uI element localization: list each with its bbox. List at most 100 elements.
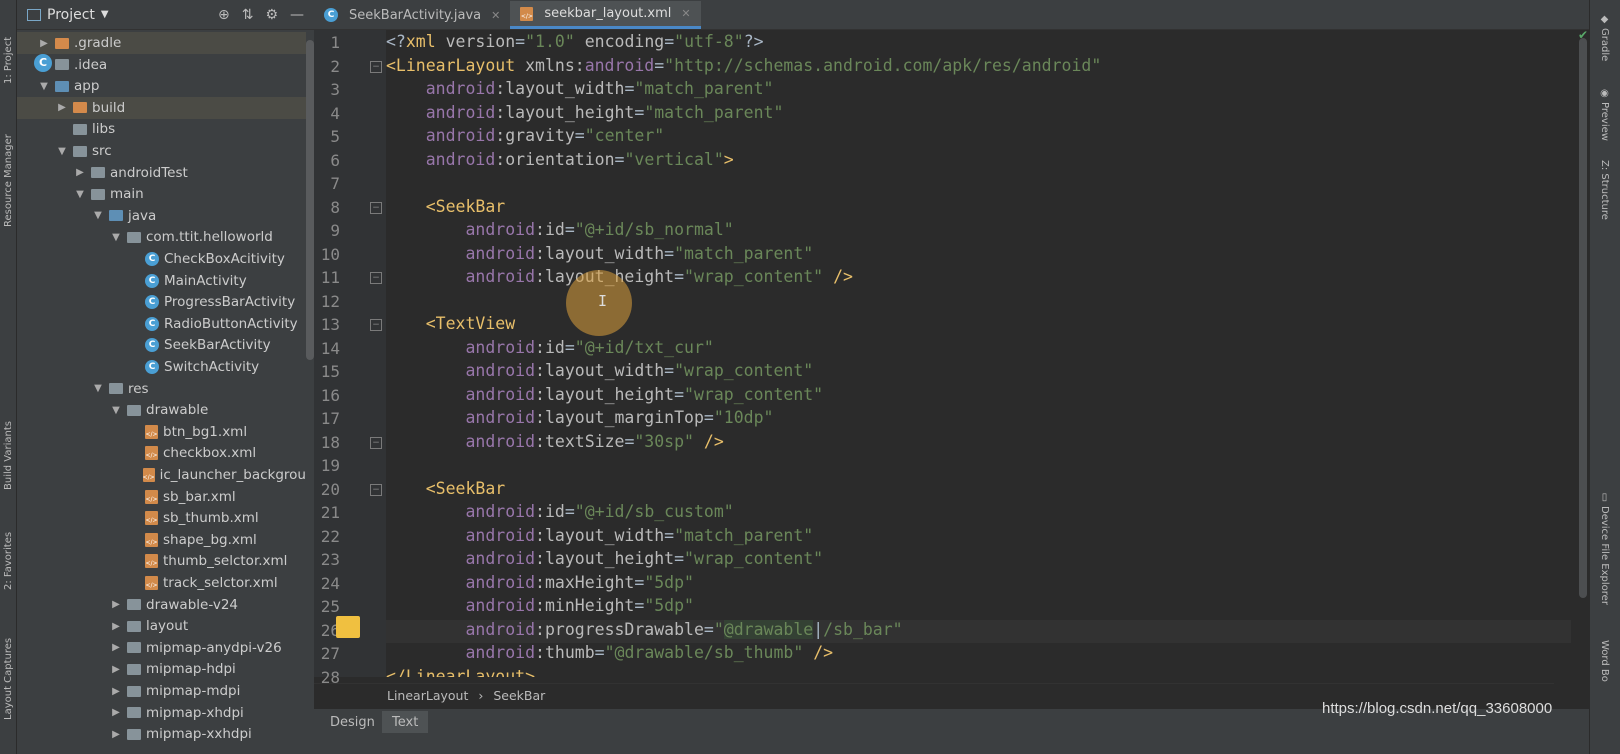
fold-icon[interactable]: −: [370, 483, 382, 496]
code-line[interactable]: android:textSize="30sp" />: [386, 432, 723, 451]
fold-icon[interactable]: −: [370, 272, 382, 284]
collapse-arrow-icon[interactable]: ▶: [109, 729, 123, 740]
tree-item[interactable]: </> btn_bg1.xml: [17, 421, 306, 443]
tree-item[interactable]: C SeekBarActivity: [17, 334, 306, 356]
code-line[interactable]: android:layout_height="wrap_content": [386, 549, 823, 568]
tree-item[interactable]: ▼ app: [17, 75, 306, 97]
collapse-arrow-icon[interactable]: ▶: [109, 642, 123, 653]
editor-scrollbar-thumb[interactable]: [1579, 38, 1587, 598]
tree-item[interactable]: ▼ res: [17, 378, 306, 400]
code-line[interactable]: android:maxHeight="5dp": [386, 573, 694, 592]
locate-target-icon[interactable]: ⊕: [218, 7, 230, 23]
tree-item[interactable]: </> shape_bg.xml: [17, 529, 306, 551]
expand-arrow-icon[interactable]: ▼: [109, 232, 123, 243]
expand-arrow-icon[interactable]: ▼: [91, 210, 105, 221]
code-line[interactable]: android:layout_width="match_parent": [386, 526, 813, 545]
structure-tool-tab[interactable]: Z: Structure: [1599, 160, 1610, 220]
tree-item[interactable]: C CheckBoxAcitivity: [17, 248, 306, 270]
close-icon[interactable]: ✕: [681, 7, 690, 20]
tree-item[interactable]: libs: [17, 118, 306, 140]
tab-design[interactable]: Design: [320, 711, 385, 733]
expand-arrow-icon[interactable]: ▼: [91, 383, 105, 394]
resource-manager-tool-tab[interactable]: Resource Manager: [1, 112, 16, 227]
tree-item[interactable]: C MainActivity: [17, 270, 306, 292]
preview-tool-tab[interactable]: ◉ Preview: [1599, 88, 1610, 141]
editor-scrollbar[interactable]: [1577, 30, 1589, 677]
tree-item[interactable]: </> ic_launcher_backgrou: [17, 464, 306, 486]
inspection-ok-icon[interactable]: ✔: [1578, 28, 1588, 42]
tree-item[interactable]: ▼ drawable: [17, 399, 306, 421]
code-line[interactable]: android:layout_width="match_parent": [386, 79, 774, 98]
collapse-arrow-icon[interactable]: ▶: [109, 621, 123, 632]
tab-text[interactable]: Text: [382, 711, 429, 733]
close-icon[interactable]: ✕: [491, 9, 500, 22]
tree-item[interactable]: </> sb_bar.xml: [17, 486, 306, 508]
code-line[interactable]: android:progressDrawable="@drawable|/sb_…: [386, 619, 903, 639]
tree-item[interactable]: </> track_selctor.xml: [17, 572, 306, 594]
intention-bulb-icon[interactable]: [336, 616, 360, 638]
project-tool-tab[interactable]: 1: Project: [1, 4, 16, 84]
tree-item[interactable]: </> sb_thumb.xml: [17, 507, 306, 529]
collapse-arrow-icon[interactable]: ▶: [109, 664, 123, 675]
collapse-arrow-icon[interactable]: ▶: [37, 38, 51, 49]
gradle-tool-tab[interactable]: ◆ Gradle: [1599, 14, 1610, 61]
project-view-selector[interactable]: Project: [47, 7, 95, 23]
tree-item[interactable]: ▼ main: [17, 183, 306, 205]
code-line[interactable]: android:gravity="center": [386, 126, 664, 145]
tree-item[interactable]: ▶ mipmap-hdpi: [17, 658, 306, 680]
tree-item[interactable]: C RadioButtonActivity: [17, 313, 306, 335]
fold-icon[interactable]: −: [370, 60, 382, 73]
collapse-all-icon[interactable]: ⇅: [242, 7, 254, 23]
tree-item[interactable]: ▶ build: [17, 96, 306, 119]
code-line[interactable]: android:layout_width="wrap_content": [386, 361, 813, 380]
favorites-tool-tab[interactable]: 2: Favorites: [1, 515, 16, 590]
code-line[interactable]: <?xml version="1.0" encoding="utf-8"?>: [386, 32, 764, 51]
tree-item[interactable]: ▶ mipmap-xhdpi: [17, 702, 306, 724]
collapse-arrow-icon[interactable]: ▶: [109, 599, 123, 610]
chevron-down-icon[interactable]: ▼: [101, 9, 109, 20]
collapse-arrow-icon[interactable]: ▶: [73, 167, 87, 178]
tree-item[interactable]: ▼ src: [17, 140, 306, 162]
code-line[interactable]: android:layout_marginTop="10dp": [386, 408, 773, 427]
code-line[interactable]: <TextView: [386, 314, 515, 333]
tree-item[interactable]: ▼ java: [17, 205, 306, 227]
fold-icon[interactable]: −: [370, 436, 382, 449]
hide-panel-icon[interactable]: —: [290, 7, 304, 23]
collapse-arrow-icon[interactable]: ▶: [55, 102, 69, 113]
code-line[interactable]: android:layout_height="match_parent": [386, 103, 784, 122]
code-line[interactable]: android:orientation="vertical">: [386, 150, 734, 169]
gear-icon[interactable]: ⚙: [265, 7, 278, 23]
code-line[interactable]: android:minHeight="5dp": [386, 596, 694, 615]
tree-item[interactable]: C ProgressBarActivity: [17, 291, 306, 313]
tree-item[interactable]: ▶ mipmap-xxhdpi: [17, 723, 306, 745]
code-area[interactable]: <?xml version="1.0" encoding="utf-8"?> <L…: [386, 30, 1571, 677]
code-line[interactable]: android:layout_width="match_parent": [386, 244, 813, 263]
expand-arrow-icon[interactable]: ▼: [37, 81, 51, 92]
editor-tab[interactable]: C SeekBarActivity.java ✕: [314, 1, 510, 29]
layout-captures-tool-tab[interactable]: Layout Captures: [1, 610, 16, 720]
breadcrumb-item-seekbar[interactable]: SeekBar: [493, 688, 545, 703]
tree-item[interactable]: ▼ com.ttit.helloworld: [17, 226, 306, 248]
code-line[interactable]: <SeekBar: [386, 197, 505, 216]
project-tree-scrollbar[interactable]: [306, 40, 314, 360]
tree-item[interactable]: ▶ layout: [17, 615, 306, 637]
collapse-arrow-icon[interactable]: ▶: [109, 707, 123, 718]
tree-item[interactable]: </> checkbox.xml: [17, 442, 306, 464]
code-line[interactable]: android:id="@+id/txt_cur": [386, 338, 713, 357]
expand-arrow-icon[interactable]: ▼: [109, 405, 123, 416]
breadcrumb-item-linearlayout[interactable]: LinearLayout: [387, 688, 468, 703]
fold-icon[interactable]: −: [370, 201, 382, 214]
class-gutter-icon[interactable]: C: [34, 54, 52, 72]
build-variants-tool-tab[interactable]: Build Variants: [1, 400, 16, 490]
tree-item[interactable]: ▶ mipmap-mdpi: [17, 680, 306, 702]
code-line[interactable]: </LinearLayout>: [386, 667, 535, 678]
tree-item[interactable]: ▶.idea: [17, 54, 306, 76]
collapse-arrow-icon[interactable]: ▶: [109, 686, 123, 697]
fold-icon[interactable]: −: [370, 319, 382, 331]
tree-item[interactable]: C SwitchActivity: [17, 356, 306, 378]
tree-item[interactable]: ▶ mipmap-anydpi-v26: [17, 637, 306, 659]
code-line[interactable]: android:id="@+id/sb_normal": [386, 220, 733, 239]
code-line[interactable]: android:thumb="@drawable/sb_thumb" />: [386, 643, 833, 662]
expand-arrow-icon[interactable]: ▼: [73, 189, 87, 200]
tree-item[interactable]: ▶ drawable-v24: [17, 594, 306, 616]
